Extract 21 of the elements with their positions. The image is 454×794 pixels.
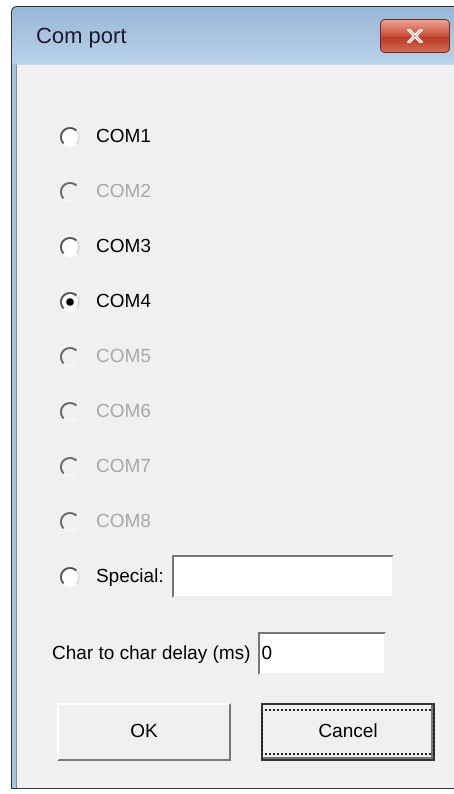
radio-label[interactable]: Special:	[96, 566, 164, 588]
radio-button[interactable]	[60, 292, 80, 312]
radio-button[interactable]	[60, 566, 80, 586]
delay-field[interactable]: 0	[258, 632, 386, 675]
radio-label: COM7	[96, 456, 151, 478]
radio-label: COM5	[96, 346, 151, 368]
radio-label: COM6	[96, 400, 151, 422]
radio-label: COM2	[96, 180, 151, 202]
radio-button[interactable]	[60, 236, 80, 256]
radio-label[interactable]: COM1	[96, 126, 151, 148]
delay-label: Char to char delay (ms)	[52, 642, 251, 664]
dialog-button[interactable]: Cancel	[261, 703, 435, 761]
dialog-button[interactable]: OK	[57, 703, 231, 761]
close-button[interactable]	[380, 18, 450, 52]
radio-label[interactable]: COM4	[96, 290, 151, 312]
radio-label[interactable]: COM3	[96, 236, 151, 258]
radio-button[interactable]	[60, 126, 80, 146]
radio-label: COM8	[96, 510, 151, 532]
close-icon	[407, 28, 423, 42]
window-title: Com port	[36, 22, 128, 48]
special-field[interactable]	[172, 555, 394, 598]
